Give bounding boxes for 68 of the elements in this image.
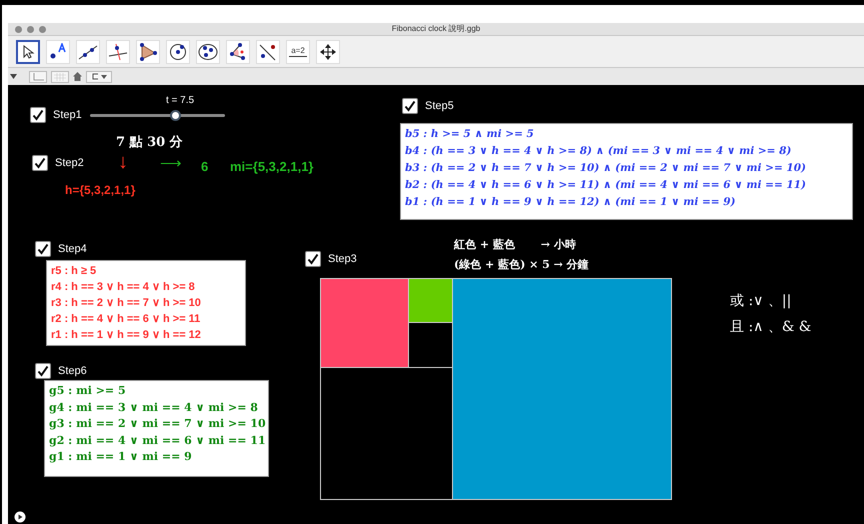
tool-button[interactable]: a=2 — [286, 40, 310, 64]
move-arrows-icon — [319, 42, 337, 60]
rule-text: r4 : h == 3 ∨ h == 4 ∨ h >= 8 — [51, 280, 196, 295]
line-icon — [78, 42, 98, 60]
hours-set: h={5,3,2,1,1} — [65, 182, 136, 199]
minutes-set: mi={5,3,2,1,1} — [230, 158, 314, 176]
rule-text: g1 : mi == 1 ∨ mi == 9 — [49, 449, 193, 465]
rule-text: r2 : h == 4 ∨ h == 6 ∨ h >= 11 — [51, 312, 202, 327]
checkmark-icon — [32, 109, 44, 122]
hook-arrow: ⟶ — [160, 156, 182, 172]
checkmark-icon — [404, 100, 416, 112]
collapse-triangle-icon[interactable] — [10, 74, 17, 79]
reflection-icon — [258, 42, 278, 60]
grid-toggle[interactable] — [51, 70, 69, 82]
checkbox-label: Step4 — [58, 242, 87, 257]
down-arrow: ↓ — [118, 151, 128, 173]
legend-text: 紅色 + 藍色 → 小時 — [454, 237, 576, 253]
time-text: 7 點 30 分 — [116, 134, 183, 152]
rule-text: r5 : h ≥ 5 — [51, 264, 98, 279]
play-icon[interactable] — [14, 511, 26, 523]
tool-button[interactable] — [16, 40, 40, 64]
checkbox-label: Step3 — [328, 252, 357, 267]
rule-text: b2 : (h == 4 ∨ h == 6 ∨ h >= 11) ∧ (mi == 4 ∨ mi == 6 ∨ mi == 11) — [405, 178, 807, 193]
legend-text: (綠色 + 藍色) × 5 → 分鐘 — [454, 257, 589, 273]
circle-icon — [168, 42, 188, 60]
grid-icon — [54, 72, 66, 80]
checkmark-icon — [37, 365, 49, 378]
checkbox[interactable] — [32, 155, 48, 172]
angle-icon — [228, 42, 248, 60]
checkbox-label: Step2 — [55, 156, 84, 171]
rule-text: r1 : h == 1 ∨ h == 9 ∨ h == 12 — [51, 328, 202, 343]
checkmark-icon — [37, 243, 49, 256]
axes-icon — [32, 72, 44, 80]
rule-text: g3 : mi == 2 ∨ mi == 7 ∨ mi >= 10 — [49, 416, 264, 432]
point-icon — [48, 42, 68, 60]
slider-thumb[interactable] — [170, 110, 182, 121]
rule-text: b4 : (h == 3 ∨ h == 4 ∨ h >= 8) ∧ (mi == 3 ∨ mi == 4 ∨ mi >= 8) — [405, 144, 792, 159]
checkbox[interactable] — [30, 107, 46, 124]
checkbox-label: Step1 — [53, 108, 82, 123]
rule-text: g5 : mi >= 5 — [49, 383, 127, 399]
rule-text: g2 : mi == 4 ∨ mi == 6 ∨ mi == 11 — [49, 432, 264, 448]
rule-text: b3 : (h == 2 ∨ h == 7 ∨ h >= 10) ∧ (mi == 2 ∨ mi == 7 ∨ mi >= 10) — [405, 161, 807, 176]
checkbox[interactable] — [305, 251, 321, 268]
rule-text: b1 : (h == 1 ∨ h == 9 ∨ h == 12) ∧ (mi == 1 ∨ mi == 9) — [405, 195, 737, 210]
checkbox[interactable] — [402, 98, 418, 114]
ellipse-icon — [198, 42, 218, 60]
minute-value: 6 — [201, 158, 208, 176]
checkbox-label: Step5 — [425, 99, 454, 114]
bracket-icon — [92, 73, 98, 80]
checkmark-icon — [307, 253, 319, 266]
checkbox[interactable] — [35, 363, 51, 380]
operator-text: 且 :∧ 、& & — [730, 318, 812, 337]
slider-tool-label: a=2 — [289, 46, 307, 57]
perpendicular-line-icon — [108, 42, 128, 60]
checkbox[interactable] — [35, 241, 51, 258]
checkbox-label: Step6 — [58, 364, 87, 379]
operator-text: 或 :∨ 、|| — [730, 292, 792, 311]
rule-text: r3 : h == 2 ∨ h == 7 ∨ h >= 10 — [51, 296, 202, 311]
checkmark-icon — [34, 157, 46, 170]
window-title: Fibonacci clock 說明.ggb — [392, 24, 480, 34]
rule-text: b5 : h >= 5 ∧ mi >= 5 — [405, 127, 535, 142]
style-dropdown[interactable] — [86, 70, 112, 82]
home-icon[interactable] — [73, 72, 82, 81]
caret-icon — [100, 74, 106, 78]
slider-label: t = 7.5 — [166, 94, 194, 108]
triangle-icon — [138, 42, 158, 60]
axes-toggle[interactable] — [29, 70, 47, 82]
rule-text: g4 : mi == 3 ∨ mi == 4 ∨ mi >= 8 — [49, 400, 259, 416]
